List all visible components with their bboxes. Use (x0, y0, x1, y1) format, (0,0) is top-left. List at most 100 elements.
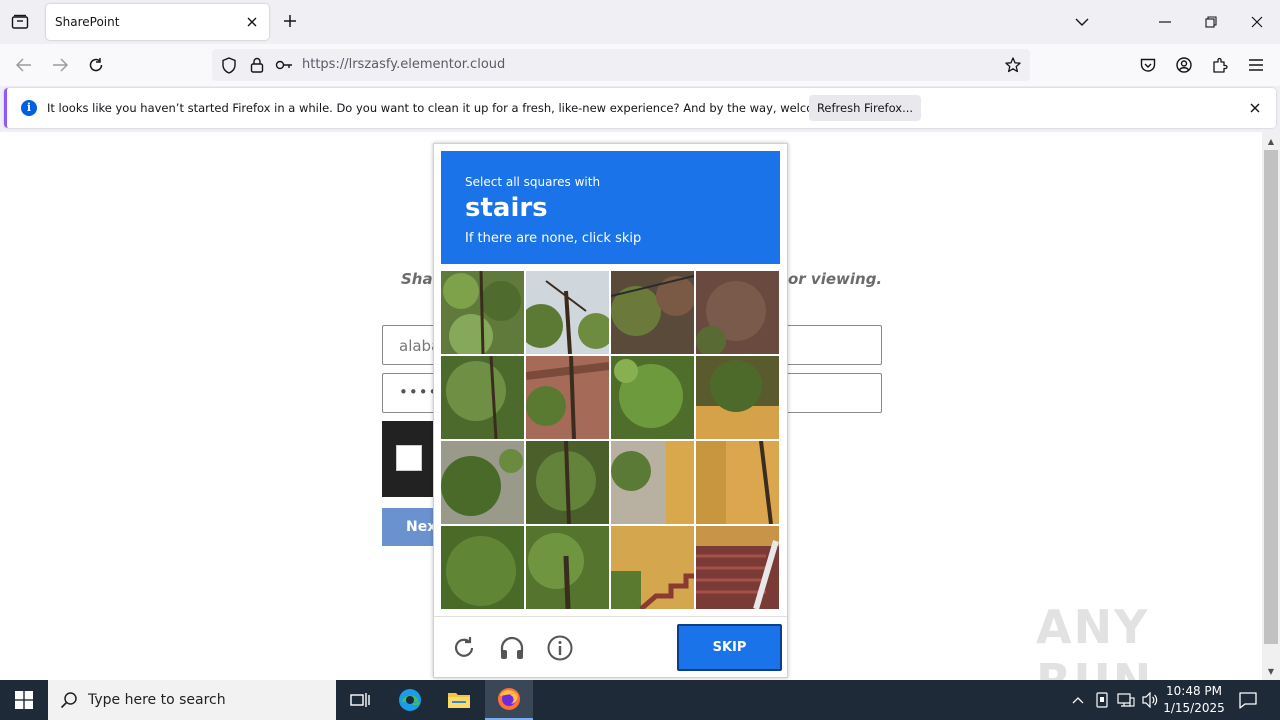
challenge-tile[interactable] (526, 356, 609, 439)
notification-icon (1239, 691, 1257, 709)
tray-device-icon[interactable] (1092, 690, 1112, 710)
tab-list-icon (11, 14, 29, 29)
arrow-right-icon (53, 58, 68, 72)
challenge-tile[interactable] (696, 271, 779, 354)
back-button[interactable] (10, 51, 38, 79)
key-icon[interactable] (274, 55, 294, 75)
task-view-icon (350, 693, 370, 707)
chevron-down-icon (1075, 18, 1089, 26)
list-all-tabs-button[interactable] (1068, 8, 1096, 36)
new-tab-button[interactable] (278, 9, 302, 33)
notifications-button[interactable] (1238, 690, 1258, 710)
account-icon (1176, 57, 1192, 73)
shield-icon[interactable] (219, 55, 239, 75)
tray-overflow-button[interactable] (1068, 690, 1088, 710)
challenge-instruction: Select all squares with (465, 175, 601, 189)
taskbar-firefox[interactable] (485, 680, 533, 720)
search-icon (60, 692, 77, 709)
bookmark-star-button[interactable] (1002, 54, 1024, 76)
puzzle-icon (1213, 57, 1228, 73)
notification-message: It looks like you haven’t started Firefo… (47, 101, 868, 115)
challenge-tile[interactable] (526, 271, 609, 354)
notification-close-button[interactable] (1246, 99, 1264, 117)
close-icon (1250, 103, 1260, 113)
tab-bar: SharePoint (0, 0, 1280, 44)
windows-taskbar: Type here to search 10:48 PM 1/15/2025 (0, 680, 1280, 720)
challenge-tile[interactable] (526, 441, 609, 524)
lock-icon[interactable] (247, 55, 267, 75)
challenge-tile[interactable] (696, 441, 779, 524)
start-button[interactable] (0, 680, 48, 720)
firefox-notification-bar: i It looks like you haven’t started Fire… (4, 88, 1276, 128)
challenge-image-grid (441, 271, 780, 610)
close-icon (247, 17, 257, 27)
challenge-footer: SKIP (434, 616, 787, 678)
taskbar-file-explorer[interactable] (435, 680, 483, 720)
tab-title: SharePoint (55, 15, 120, 29)
taskbar-edge[interactable] (386, 680, 434, 720)
forward-button[interactable] (46, 51, 74, 79)
challenge-info-button[interactable] (545, 633, 575, 663)
challenge-tile[interactable] (696, 526, 779, 609)
info-icon: i (21, 100, 37, 116)
navigation-toolbar: https://lrszasfy.elementor.cloud (0, 44, 1280, 86)
url-bar[interactable]: https://lrszasfy.elementor.cloud (212, 49, 1030, 81)
reload-button[interactable] (82, 51, 110, 79)
star-icon (1005, 57, 1021, 73)
folder-icon (448, 693, 470, 708)
task-view-button[interactable] (336, 680, 384, 720)
taskbar-clock[interactable]: 10:48 PM 1/15/2025 (1162, 683, 1226, 717)
search-placeholder: Type here to search (88, 692, 226, 708)
page-message-right: or viewing. (788, 270, 883, 288)
challenge-tile[interactable] (611, 526, 694, 609)
headphones-icon (500, 636, 524, 659)
challenge-target-word: stairs (465, 193, 548, 223)
refresh-challenge-button[interactable] (449, 633, 479, 663)
image-challenge-dialog: Select all squares with stairs If there … (433, 143, 788, 678)
minimize-icon (1159, 21, 1171, 23)
tab-sharepoint[interactable]: SharePoint (46, 4, 269, 40)
challenge-tile[interactable] (611, 271, 694, 354)
scroll-thumb[interactable] (1264, 150, 1278, 644)
challenge-tile[interactable] (526, 526, 609, 609)
close-window-button[interactable] (1243, 8, 1271, 36)
skip-button[interactable]: SKIP (677, 624, 782, 671)
chevron-up-icon (1072, 696, 1084, 703)
hamburger-menu-icon (1249, 59, 1263, 71)
minimize-button[interactable] (1151, 8, 1179, 36)
restore-icon (1205, 16, 1217, 28)
volume-icon[interactable] (1140, 690, 1160, 710)
captcha-checkbox[interactable] (396, 445, 422, 471)
challenge-tile[interactable] (441, 526, 524, 609)
challenge-hint: If there are none, click skip (465, 231, 642, 246)
network-icon[interactable] (1116, 690, 1136, 710)
refresh-icon (454, 637, 474, 657)
challenge-tile[interactable] (611, 356, 694, 439)
extensions-button[interactable] (1206, 51, 1234, 79)
audio-challenge-button[interactable] (497, 633, 527, 663)
app-menu-button[interactable] (1242, 51, 1270, 79)
challenge-tile[interactable] (441, 271, 524, 354)
account-button[interactable] (1170, 51, 1198, 79)
plus-icon (284, 15, 296, 27)
challenge-tile[interactable] (696, 356, 779, 439)
tab-close-button[interactable] (243, 13, 261, 31)
info-icon (547, 635, 573, 661)
refresh-firefox-button[interactable]: Refresh Firefox... (809, 95, 921, 121)
page-scrollbar[interactable]: ▲ ▼ (1262, 132, 1280, 680)
windows-logo-icon (15, 691, 33, 709)
challenge-header: Select all squares with stairs If there … (441, 151, 780, 264)
taskbar-search[interactable]: Type here to search (48, 680, 336, 720)
arrow-left-icon (16, 58, 31, 72)
restore-button[interactable] (1197, 8, 1225, 36)
challenge-tile[interactable] (441, 441, 524, 524)
tab-list-button[interactable] (6, 8, 34, 36)
pocket-button[interactable] (1134, 51, 1162, 79)
scroll-up-icon[interactable]: ▲ (1266, 136, 1276, 146)
clock-time: 10:48 PM (1166, 684, 1222, 698)
challenge-tile[interactable] (611, 441, 694, 524)
clock-date: 1/15/2025 (1163, 701, 1225, 715)
challenge-tile[interactable] (441, 356, 524, 439)
reload-icon (89, 58, 103, 72)
edge-icon (399, 689, 421, 711)
